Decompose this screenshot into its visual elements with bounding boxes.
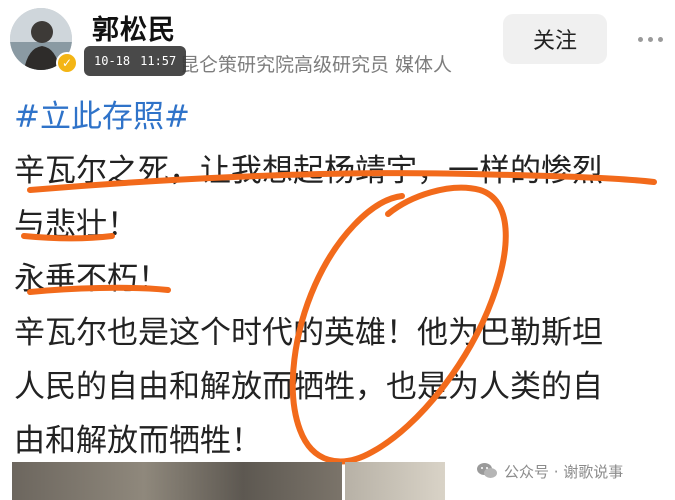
verified-badge-icon: ✓	[56, 52, 78, 74]
post-line: 永垂不朽！	[14, 261, 169, 297]
watermark-text: 公众号 · 谢歌说事	[504, 462, 624, 481]
attached-image-thumbnail[interactable]	[12, 462, 342, 500]
post-line: 与悲壮！	[14, 207, 138, 243]
follow-button[interactable]: 关注	[503, 14, 607, 64]
post-hashtag[interactable]: #立此存照#	[14, 90, 664, 144]
post-body: #立此存照# 辛瓦尔之死，让我想起杨靖宇，一样的惨烈 与悲壮！ 永垂不朽！ 辛瓦…	[14, 90, 664, 468]
wechat-watermark: 公众号 · 谢歌说事	[476, 456, 623, 486]
time-overlay: 10-18 11:57	[84, 46, 187, 76]
time-overlay-time: 11:57	[140, 54, 177, 68]
post-line: 人民的自由和解放而牺牲，也是为人类的自	[14, 369, 603, 405]
username[interactable]: 郭松民	[92, 8, 176, 47]
wechat-icon	[477, 463, 497, 478]
user-bio: 昆仑策研究院高级研究员 媒体人	[180, 54, 453, 76]
more-options-icon[interactable]	[638, 30, 668, 48]
post-line: 辛瓦尔也是这个时代的英雄！他为巴勒斯坦	[14, 315, 603, 351]
attached-image-thumbnail[interactable]	[345, 462, 445, 500]
time-overlay-date: 10-18	[94, 54, 131, 68]
post-line: 辛瓦尔之死，让我想起杨靖宇，一样的惨烈	[14, 153, 603, 189]
